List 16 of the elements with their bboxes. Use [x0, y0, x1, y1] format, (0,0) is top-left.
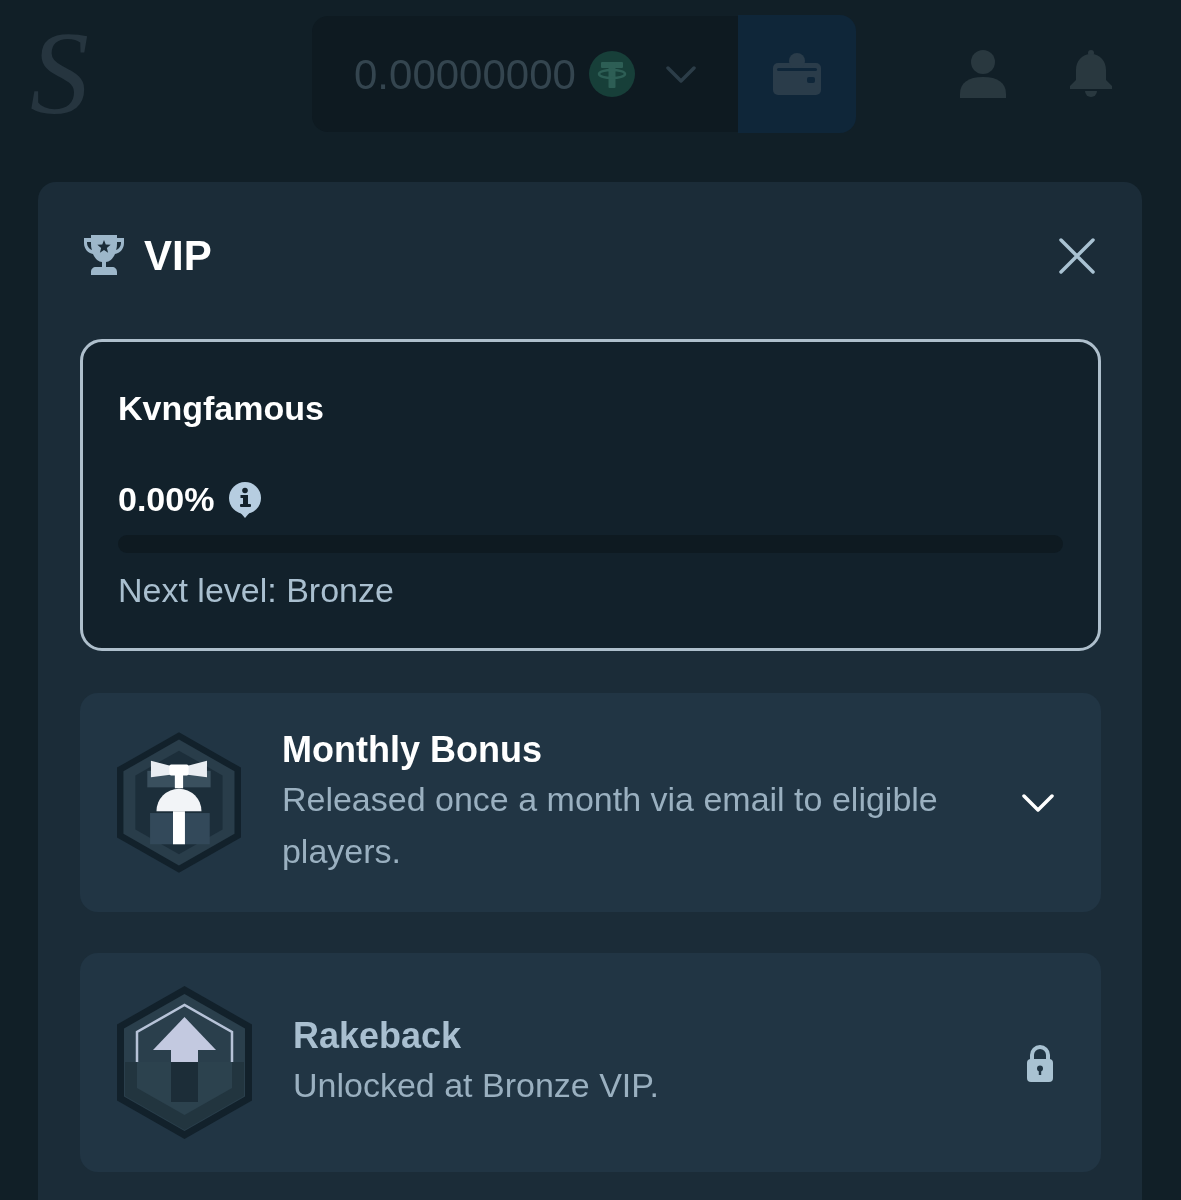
benefit-description: Released once a month via email to eligible players. — [281, 779, 939, 873]
next-level-text: Next level: Bronze — [118, 570, 395, 612]
progress-percent: 0.00% — [118, 479, 215, 521]
wallet-icon — [773, 53, 821, 95]
coin-icon — [588, 51, 635, 97]
arrow-up-badge-icon — [117, 986, 252, 1140]
benefit-title: Rakeback — [293, 1014, 463, 1058]
modal-title: VIP — [144, 233, 212, 280]
info-icon[interactable] — [228, 481, 263, 518]
benefit-title: Monthly Bonus — [281, 728, 543, 772]
chevron-down-icon[interactable] — [1022, 793, 1054, 812]
close-icon[interactable] — [1059, 238, 1095, 275]
benefit-card[interactable]: Monthly Bonus Released once a month via email to eligible players. — [80, 693, 1101, 913]
chevron-down-icon — [665, 65, 696, 83]
username: Kvngfamous — [118, 388, 325, 430]
benefit-description: Unlocked at Bronze VIP. — [293, 1065, 661, 1107]
